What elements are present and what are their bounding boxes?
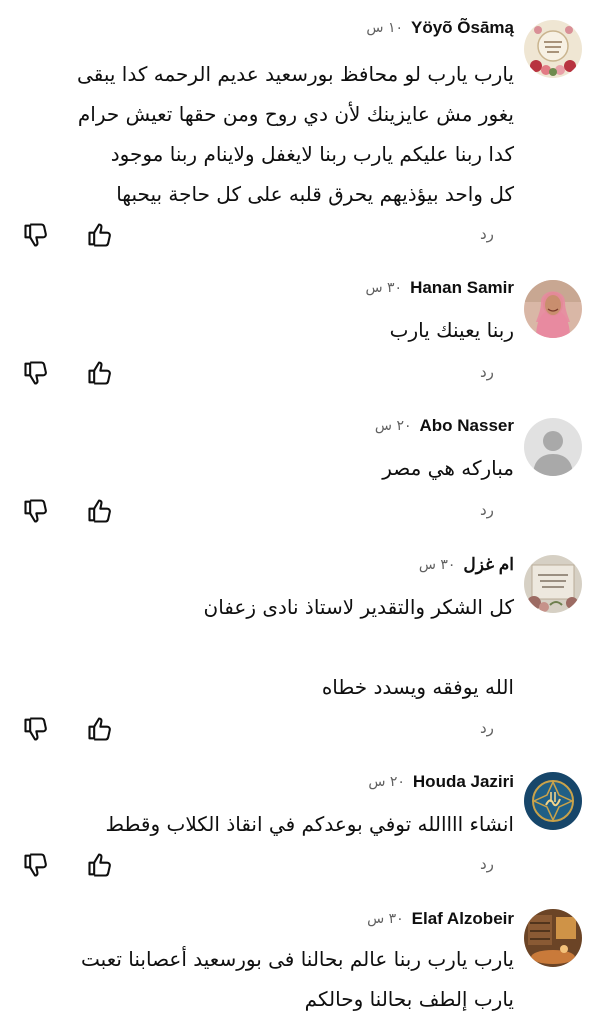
comment-author[interactable]: Yöyõ Õsāmą [411, 18, 514, 38]
comment-line: كل الشكر والتقدير لاستاذ نادى زعفان [203, 595, 515, 619]
calligraphy-emblem-avatar-icon[interactable] [524, 772, 582, 830]
woman-pink-scarf-avatar-icon[interactable] [524, 280, 582, 338]
dislike-icon[interactable] [22, 497, 50, 525]
comment-author[interactable]: ام غزل [463, 555, 514, 575]
comment-line [18, 627, 514, 667]
like-icon[interactable] [86, 715, 114, 743]
comment-line: كدا ربنا عليكم يارب ربنا لايغفل ولاينام … [110, 142, 514, 166]
reply-button[interactable]: رد [480, 225, 494, 243]
comment-text: يارب يارب ربنا عالم بحالنا فى بورسعيد أع… [18, 939, 514, 1019]
dislike-icon[interactable] [22, 359, 50, 387]
comment-meta: Abo Nasser ٢٠ س [375, 412, 514, 440]
comment-item: Houda Jaziri ٢٠ س انشاء اااالله توفي بوع… [0, 768, 600, 893]
like-icon[interactable] [86, 359, 114, 387]
comment-time: ٣٠ س [365, 280, 403, 296]
comment-item: Elaf Alzobeir ٣٠ س يارب يارب ربنا عالم ب… [0, 905, 600, 1024]
comment-line: يغور مش عايزينك لأن دي روح ومن حقها تعيش… [77, 102, 514, 126]
dislike-icon[interactable] [22, 851, 50, 879]
comment-line: يارب إلطف بحالنا وحالكم [304, 987, 514, 1011]
comment-text: مباركه هي مصر [18, 448, 514, 488]
comment-meta: Hanan Samir ٣٠ س [365, 274, 514, 302]
floral-frame-avatar-icon[interactable] [524, 20, 582, 78]
comment-line: مباركه هي مصر [382, 456, 514, 480]
comment-time: ١٠ س [366, 20, 403, 36]
reply-button[interactable]: رد [480, 719, 494, 737]
like-icon[interactable] [86, 497, 114, 525]
reply-button[interactable]: رد [480, 855, 494, 873]
like-icon[interactable] [86, 851, 114, 879]
comment-text: كل الشكر والتقدير لاستاذ نادى زعفان الله… [18, 587, 515, 707]
comment-item: Hanan Samir ٣٠ س ربنا يعينك يارب رد [0, 274, 600, 404]
comment-item: ام غزل ٣٠ س كل الشكر والتقدير لاستاذ ناد… [0, 551, 600, 751]
cozy-room-avatar-icon[interactable] [524, 909, 582, 967]
comment-time: ٣٠ س [418, 557, 456, 573]
comment-actions: رد [0, 711, 600, 751]
comment-line: انشاء اااالله توفي بوعدكم في انقاذ الكلا… [105, 812, 514, 836]
comment-author[interactable]: Elaf Alzobeir [412, 909, 514, 929]
comment-item: Yöyõ Õsāmą ١٠ س يارب يارب لو محافظ بورسع… [0, 14, 600, 264]
comment-meta: Houda Jaziri ٢٠ س [368, 768, 514, 796]
comment-author[interactable]: Hanan Samir [410, 278, 514, 298]
comment-actions: رد [0, 493, 600, 533]
comment-meta: Yöyõ Õsāmą ١٠ س [366, 14, 514, 42]
comment-time: ٢٠ س [368, 774, 405, 790]
comment-line: ربنا يعينك يارب [389, 318, 514, 342]
comment-text: يارب يارب لو محافظ بورسعيد عديم الرحمه ك… [18, 54, 514, 214]
comment-actions: رد [0, 847, 600, 887]
comment-text: ربنا يعينك يارب [18, 310, 514, 350]
reply-button[interactable]: رد [480, 501, 494, 519]
comment-author[interactable]: Houda Jaziri [413, 772, 514, 792]
comment-line: كل واحد بيؤذيهم يحرق قلبه على كل حاجة بي… [116, 182, 514, 206]
comment-time: ٣٠ س [367, 911, 404, 927]
comment-author[interactable]: Abo Nasser [420, 416, 514, 436]
comment-line: يارب يارب لو محافظ بورسعيد عديم الرحمه ك… [77, 62, 514, 86]
like-icon[interactable] [86, 221, 114, 249]
reply-button[interactable]: رد [480, 363, 494, 381]
comment-line: الله يوفقه ويسدد خطاه [321, 675, 514, 699]
dislike-icon[interactable] [22, 715, 50, 743]
comment-item: Abo Nasser ٢٠ س مباركه هي مصر رد [0, 412, 600, 542]
comment-time: ٢٠ س [374, 418, 412, 434]
comment-text: انشاء اااالله توفي بوعدكم في انقاذ الكلا… [18, 804, 514, 844]
comment-actions: رد [0, 217, 600, 257]
comment-actions: رد [0, 355, 600, 395]
comment-meta: ام غزل ٣٠ س [419, 551, 514, 579]
comment-line: يارب يارب ربنا عالم بحالنا فى بورسعيد أع… [81, 947, 514, 971]
dislike-icon[interactable] [22, 221, 50, 249]
default-person-avatar-icon[interactable] [524, 418, 582, 476]
comment-meta: Elaf Alzobeir ٣٠ س [367, 905, 514, 933]
rose-frame-avatar-icon[interactable] [524, 555, 582, 613]
comments-list: Yöyõ Õsāmą ١٠ س يارب يارب لو محافظ بورسع… [0, 0, 600, 1024]
